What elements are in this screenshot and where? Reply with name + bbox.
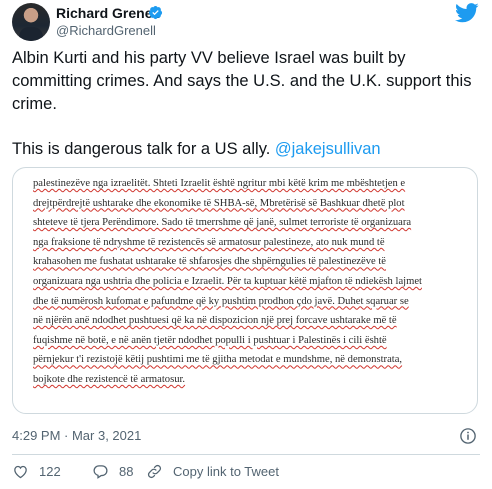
document-line: organizuara nga ushtria dhe policia e Iz… [33, 275, 422, 287]
tweet-paragraph-text: This is dangerous talk for a US ally. [12, 140, 275, 158]
document-line: në njërën anë ndodhet pushtuesi që ka në… [33, 315, 397, 327]
attached-document-image[interactable]: palestinezëve nga izraelitët. Shteti Izr… [12, 167, 478, 414]
document-line: palestinezëve nga izraelitët. Shteti Izr… [33, 178, 406, 189]
document-line: drejtpërdrejtë ushtarake dhe ekonomike t… [33, 197, 405, 209]
document-line: përnjekur t'i rezistojë këtij pushtimi m… [33, 354, 403, 366]
like-count: 122 [39, 464, 61, 479]
copy-link-label: Copy link to Tweet [173, 464, 279, 479]
tweet-paragraph: Albin Kurti and his party VV believe Isr… [12, 49, 472, 113]
document-line: fuqishme në botë, e në anën tjetër ndodh… [33, 334, 387, 346]
document-line: shteteve të tjera Perëndimore. Sado të t… [33, 217, 412, 229]
copy-link-button[interactable]: Copy link to Tweet [146, 463, 279, 480]
reply-button[interactable]: 88 [92, 463, 133, 480]
info-icon[interactable] [459, 427, 477, 445]
link-icon [147, 464, 162, 479]
document-text: palestinezëve nga izraelitët. Shteti Izr… [33, 174, 463, 390]
document-line: nga fraksione të ndryshme të rezistencës… [33, 236, 385, 248]
avatar[interactable] [12, 3, 50, 41]
twitter-bird-icon[interactable] [455, 3, 479, 23]
like-button[interactable]: 122 [12, 463, 61, 480]
reply-count: 88 [119, 464, 134, 479]
document-line: krahasohen me fushatat ushtarake të shfa… [33, 256, 386, 268]
document-line: dhe të numërosh kufomat e pafundme që ky… [33, 295, 409, 307]
tweet-text: Albin Kurti and his party VV believe Isr… [12, 47, 482, 161]
heart-icon [14, 465, 27, 479]
author-name[interactable]: Richard Grenell [56, 5, 160, 21]
divider [12, 454, 480, 455]
author-handle[interactable]: @RichardGrenell [56, 23, 156, 38]
document-line: bojkote dhe rezistencë të armatosur. [33, 373, 186, 385]
tweet-card: Richard Grenell @RichardGrenell Albin Ku… [0, 0, 492, 489]
tweet-timestamp[interactable]: 4:29 PM · Mar 3, 2021 [12, 428, 141, 443]
verified-badge-icon [148, 5, 163, 20]
mention-link[interactable]: @jakejsullivan [275, 140, 381, 158]
reply-bubble-icon [93, 465, 108, 479]
tweet-paragraph: This is dangerous talk for a US ally. @j… [12, 138, 482, 161]
